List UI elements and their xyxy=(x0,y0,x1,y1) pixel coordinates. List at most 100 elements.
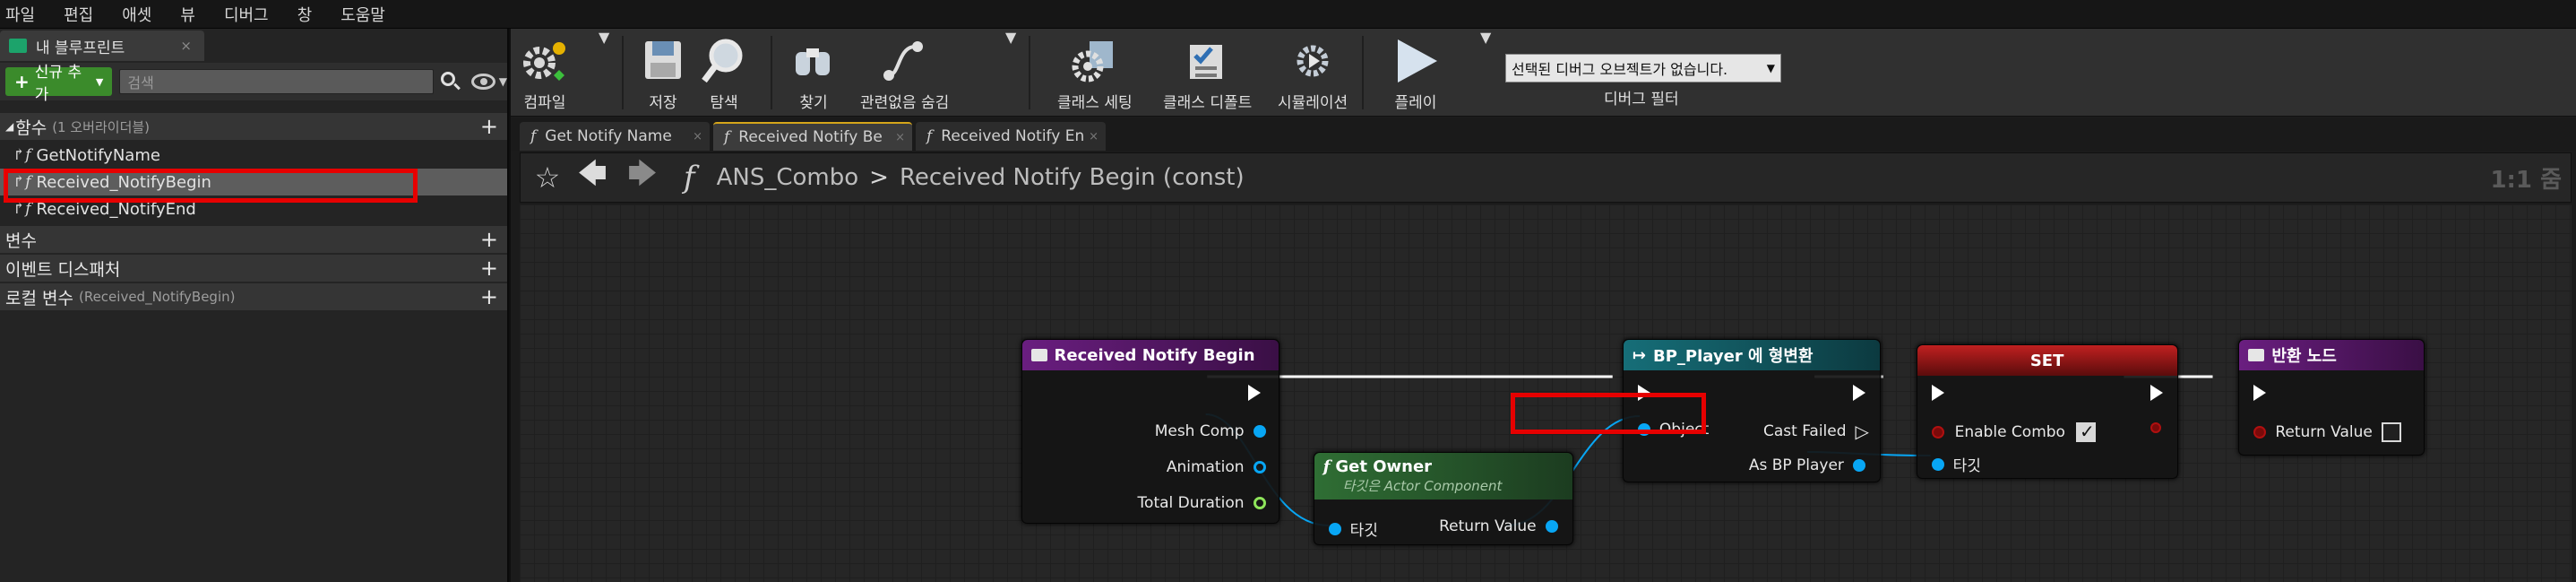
close-icon[interactable]: × xyxy=(693,130,702,143)
play-icon xyxy=(1389,36,1443,86)
browse-button[interactable]: 탐색 xyxy=(697,29,751,117)
close-icon[interactable]: × xyxy=(895,131,905,144)
menu-edit[interactable]: 편집 xyxy=(64,3,93,26)
function-icon: f xyxy=(684,160,695,195)
close-icon[interactable]: × xyxy=(1089,130,1098,143)
menu-file[interactable]: 파일 xyxy=(5,3,35,26)
find-button[interactable]: 찾기 xyxy=(787,29,840,117)
blueprint-graph-canvas[interactable]: Received Notify Begin Mesh Comp Animatio… xyxy=(520,204,2572,582)
pin-target[interactable]: 타깃 xyxy=(1931,453,1981,475)
node-header: Received Notify Begin xyxy=(1021,340,1279,370)
function-entry-icon xyxy=(1030,349,1047,361)
override-function-icon: ↱f xyxy=(13,146,31,164)
exec-out-pin[interactable] xyxy=(2150,385,2163,401)
add-function-button[interactable]: + xyxy=(480,116,498,137)
event-dispatchers-section-header[interactable]: 이벤트 디스패처 + xyxy=(0,255,507,282)
exec-in-pin[interactable] xyxy=(2253,385,2267,401)
pin-as-bp-player[interactable]: As BP Player xyxy=(1749,456,1865,474)
pin-cast-failed[interactable]: Cast Failed ▷ xyxy=(1763,421,1869,442)
menu-help[interactable]: 도움말 xyxy=(340,3,385,26)
close-icon[interactable]: × xyxy=(180,38,192,54)
find-label: 찾기 xyxy=(799,94,828,112)
simulation-icon xyxy=(1286,36,1340,86)
menu-window[interactable]: 창 xyxy=(297,3,313,26)
debug-object-select[interactable]: 선택된 디버그 오브젝트가 없습니다. ▼ xyxy=(1505,54,1781,83)
pin-return-value[interactable]: Return Value xyxy=(1439,517,1558,535)
add-variable-button[interactable]: + xyxy=(480,229,498,250)
search-icon[interactable] xyxy=(437,69,461,94)
my-blueprint-tab[interactable]: 내 블루프린트 × xyxy=(0,30,204,61)
function-icon: f xyxy=(926,127,933,145)
chevron-down-icon[interactable]: ▼ xyxy=(1005,29,1016,117)
tab-label: Received Notify Be xyxy=(738,128,883,146)
node-received-notify-begin[interactable]: Received Notify Begin Mesh Comp Animatio… xyxy=(1021,339,1279,524)
my-blueprint-tab-label: 내 블루프린트 xyxy=(36,39,125,57)
node-title: SET xyxy=(2029,351,2064,370)
pin-label: Return Value xyxy=(2275,423,2373,441)
pin-enable-combo[interactable]: Enable Combo xyxy=(1931,421,2096,442)
exec-out-pin[interactable] xyxy=(1852,385,1865,401)
play-button[interactable]: 플레이 xyxy=(1389,29,1443,117)
hide-unrelated-button[interactable]: 관련없음 숨김 xyxy=(860,29,949,117)
pin-return-value[interactable]: Return Value xyxy=(2253,422,2401,442)
pin-enable-combo-out[interactable] xyxy=(2150,422,2161,433)
function-icon: f xyxy=(530,127,537,145)
return-node-icon xyxy=(2248,349,2265,361)
simulation-button[interactable]: 시뮬레이션 xyxy=(1278,29,1348,117)
exec-out-pin[interactable] xyxy=(1247,385,1261,401)
star-icon[interactable]: ☆ xyxy=(528,161,567,195)
menu-asset[interactable]: 애셋 xyxy=(122,3,151,26)
node-return[interactable]: 반환 노드 Return Value xyxy=(2238,339,2425,456)
function-item-getnotifyname[interactable]: ↱f GetNotifyName xyxy=(0,142,507,169)
chevron-down-icon[interactable]: ▼ xyxy=(1480,29,1491,117)
tab-received-notify-begin[interactable]: f Received Notify Be × xyxy=(713,122,912,151)
object-pin-icon xyxy=(1545,520,1558,533)
functions-header-subtext: (1 오버라이더블) xyxy=(52,118,151,135)
object-pin-icon xyxy=(1253,425,1266,438)
functions-section-header[interactable]: ◢ 함수 (1 오버라이더블) + xyxy=(0,113,507,140)
pin-mesh-comp[interactable]: Mesh Comp xyxy=(1155,422,1266,440)
class-settings-button[interactable]: 클래스 세팅 xyxy=(1057,29,1133,117)
node-set-enable-combo[interactable]: SET Enable Combo 타깃 xyxy=(1916,344,2178,479)
local-variables-section-header[interactable]: 로컬 변수 (Received_NotifyBegin) + xyxy=(0,283,507,310)
blueprint-icon xyxy=(9,39,27,53)
tab-received-notify-end[interactable]: f Received Notify En × xyxy=(916,122,1106,151)
tab-label: Received Notify En xyxy=(941,127,1085,145)
pin-animation[interactable]: Animation xyxy=(1167,458,1266,476)
class-defaults-button[interactable]: 클래스 디폴트 xyxy=(1163,29,1252,117)
variables-section-header[interactable]: 변수 + xyxy=(0,226,507,253)
bool-pin-icon xyxy=(2253,426,2267,439)
chevron-down-icon[interactable]: ▼ xyxy=(599,29,609,117)
save-label: 저장 xyxy=(649,94,677,112)
main-toolbar: 컴파일 ▼ 저장 탐색 찾기 관련없음 숨김 ▼ 클래스 세팅 클래스 디폴트 … xyxy=(511,29,2576,117)
back-arrow-icon[interactable]: 🡄 xyxy=(567,153,617,202)
search-input[interactable]: 검색 xyxy=(119,69,434,94)
forward-arrow-icon[interactable]: 🡆 xyxy=(617,153,668,202)
compile-label: 컴파일 xyxy=(523,94,566,112)
add-event-dispatcher-button[interactable]: + xyxy=(480,257,498,279)
add-local-variable-button[interactable]: + xyxy=(480,286,498,308)
pin-label: As BP Player xyxy=(1748,456,1844,474)
pin-target[interactable]: 타깃 xyxy=(1328,517,1378,540)
return-value-checkbox[interactable] xyxy=(2381,422,2401,442)
add-new-label: 신규 추가 xyxy=(34,64,82,104)
node-get-owner[interactable]: f Get Owner 타깃은 Actor Component 타깃 Return… xyxy=(1313,452,1573,545)
compile-button[interactable]: 컴파일 xyxy=(518,29,572,117)
pin-label: 타깃 xyxy=(1952,457,1981,475)
exec-in-pin[interactable] xyxy=(1931,385,1944,401)
menu-view[interactable]: 뷰 xyxy=(180,3,195,26)
menu-debug[interactable]: 디버그 xyxy=(224,3,269,26)
float-pin-icon xyxy=(1253,497,1266,509)
breadcrumb-class[interactable]: ANS_Combo xyxy=(717,164,859,191)
local-variables-header-subtext: (Received_NotifyBegin) xyxy=(78,289,236,305)
chevron-down-icon[interactable]: ▼ xyxy=(499,75,507,88)
object-pin-icon xyxy=(1328,522,1341,535)
pin-total-duration[interactable]: Total Duration xyxy=(1138,494,1266,512)
enable-combo-checkbox[interactable] xyxy=(2075,421,2096,442)
class-defaults-label: 클래스 디폴트 xyxy=(1163,94,1253,112)
eye-icon[interactable] xyxy=(470,74,495,90)
tab-get-notify-name[interactable]: f Get Notify Name × xyxy=(520,122,710,151)
collapse-arrow-icon[interactable]: ◢ xyxy=(5,120,13,133)
add-new-button[interactable]: + 신규 추가 ▼ xyxy=(5,64,113,104)
save-button[interactable]: 저장 xyxy=(636,29,690,117)
